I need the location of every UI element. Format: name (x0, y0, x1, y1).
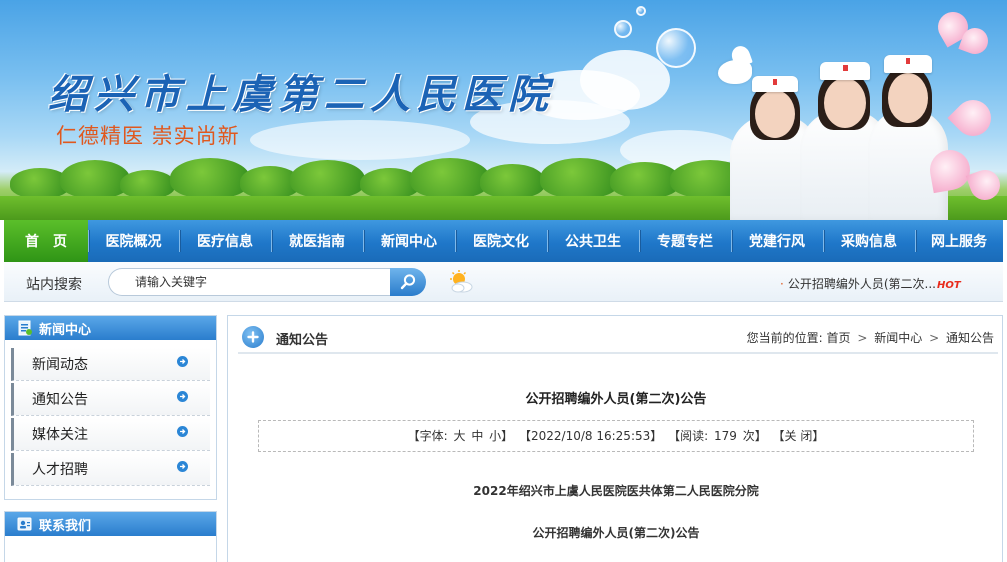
bullet-icon: · (780, 277, 784, 291)
bubble-decoration (614, 20, 632, 38)
article-title: 公开招聘编外人员(第二次)公告 (525, 392, 707, 407)
sidebar-menu: 新闻动态 通知公告 媒体关注 人才招聘 (5, 340, 216, 496)
read-count-label: 【阅读: (668, 429, 709, 443)
search-input[interactable] (108, 268, 392, 296)
sidebar-contact-title: 联系我们 (39, 518, 92, 534)
nav-item-patient-guide[interactable]: 就医指南 (271, 220, 363, 262)
cloud-decoration (250, 120, 470, 160)
search-icon (400, 274, 416, 290)
breadcrumb-prefix: 您当前的位置: (746, 331, 823, 345)
header-banner: 绍兴市上虞第二人民医院 仁德精医 崇实尚新 (0, 0, 1007, 220)
document-icon (18, 320, 32, 336)
search-label: 站内搜索 (26, 277, 82, 293)
article-paragraph: 2022年绍兴市上虞人民医院医共体第二人民医院分院 (473, 484, 759, 498)
hot-badge: HOT (936, 280, 961, 291)
nav-item-news-center[interactable]: 新闻中心 (363, 220, 455, 262)
sidebar-news-header: 新闻中心 (5, 316, 216, 340)
read-count: 179 (713, 429, 737, 443)
plus-icon (242, 326, 264, 348)
sidebar-item-media-coverage[interactable]: 媒体关注 (11, 418, 210, 451)
arrow-right-icon (177, 461, 188, 472)
sidebar-news-title: 新闻中心 (39, 322, 92, 338)
site-slogan: 仁德精医 崇实尚新 (56, 124, 240, 148)
nav-item-public-health[interactable]: 公共卫生 (547, 220, 639, 262)
cloud-decoration (580, 50, 670, 110)
sidebar-contact-header: 联系我们 (5, 512, 216, 536)
nav-item-procurement[interactable]: 采购信息 (823, 220, 915, 262)
breadcrumb-home[interactable]: 首页 (827, 331, 851, 345)
sidebar-contact-panel: 联系我们 (4, 511, 217, 562)
sidebar-news-panel: 新闻中心 新闻动态 通知公告 媒体关注 人才招聘 (4, 315, 217, 500)
article-meta: 【字体: 大 中 小】 【2022/10/8 16:25:53】 【阅读: 17… (258, 420, 974, 452)
flower-decoration (947, 92, 999, 144)
sidebar-item-label: 媒体关注 (32, 427, 88, 443)
search-button[interactable] (390, 268, 426, 296)
nav-item-party-building[interactable]: 党建行风 (731, 220, 823, 262)
breadcrumb-news-center[interactable]: 新闻中心 (874, 331, 922, 345)
weather-icon (450, 270, 473, 293)
font-size-large-button[interactable]: 大 (453, 429, 465, 443)
search-bar: 站内搜索 ·公开招聘编外人员(第二次...HOT (4, 262, 1003, 302)
breadcrumb-notices[interactable]: 通知公告 (946, 331, 994, 345)
contact-icon (17, 517, 32, 531)
arrow-right-icon (177, 391, 188, 402)
breadcrumb-separator: > (857, 331, 868, 345)
publish-date: 【2022/10/8 16:25:53】 (519, 429, 663, 443)
content-header: 通知公告 您当前的位置: 首页 > 新闻中心 > 通知公告 (238, 324, 998, 354)
nav-item-home[interactable]: 首 页 (4, 220, 88, 262)
sidebar-item-label: 人才招聘 (32, 462, 88, 478)
nav-item-special-topics[interactable]: 专题专栏 (639, 220, 731, 262)
arrow-right-icon (177, 356, 188, 367)
nav-item-hospital-culture[interactable]: 医院文化 (455, 220, 547, 262)
bubble-decoration (636, 6, 646, 16)
nav-item-hospital-overview[interactable]: 医院概况 (88, 220, 179, 262)
section-title: 通知公告 (276, 333, 329, 348)
breadcrumb-separator: > (929, 331, 940, 345)
sidebar-item-label: 通知公告 (32, 392, 88, 408)
sidebar-item-label: 新闻动态 (32, 357, 88, 373)
ticker-text: 公开招聘编外人员(第二次... (787, 277, 936, 291)
sidebar-item-notices[interactable]: 通知公告 (11, 383, 210, 416)
font-size-label: 【字体: (407, 429, 448, 443)
nav-item-online-service[interactable]: 网上服务 (915, 220, 1003, 262)
font-size-small-button[interactable]: 小】 (489, 429, 513, 443)
bubble-decoration (656, 28, 696, 68)
sidebar-item-news-updates[interactable]: 新闻动态 (11, 348, 210, 381)
nurse-image (868, 45, 948, 220)
sidebar-item-recruitment[interactable]: 人才招聘 (11, 453, 210, 486)
article-paragraph: 公开招聘编外人员(第二次)公告 (532, 526, 700, 540)
close-button[interactable]: 【关 闭】 (773, 429, 825, 443)
breadcrumb: 您当前的位置: 首页 > 新闻中心 > 通知公告 (747, 329, 994, 346)
tree-row (0, 158, 760, 198)
nav-item-medical-info[interactable]: 医疗信息 (179, 220, 271, 262)
main-content: 通知公告 您当前的位置: 首页 > 新闻中心 > 通知公告 公开招聘编外人员(第… (227, 315, 1003, 562)
site-title: 绍兴市上虞第二人民医院 (48, 71, 554, 118)
main-nav: 首 页 医院概况 医疗信息 就医指南 新闻中心 医院文化 公共卫生 专题专栏 党… (4, 220, 1003, 262)
read-count-unit: 次】 (742, 429, 767, 443)
news-ticker[interactable]: · 公开招聘编外人员(第二次...HOT (780, 275, 961, 292)
font-size-medium-button[interactable]: 中 (471, 429, 483, 443)
arrow-right-icon (177, 426, 188, 437)
